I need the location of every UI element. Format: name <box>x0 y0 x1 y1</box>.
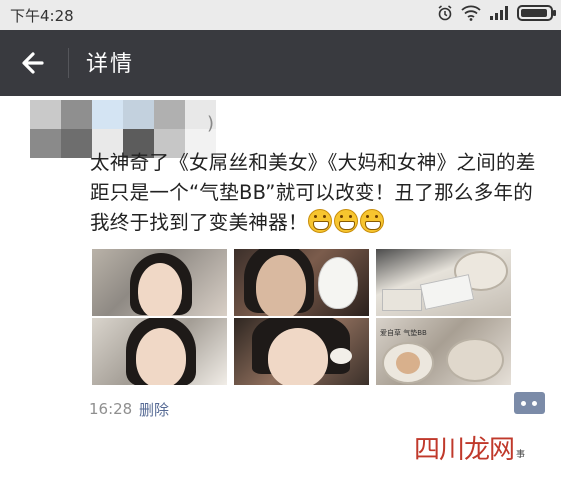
back-button[interactable] <box>14 45 54 81</box>
photo-face-2[interactable] <box>92 318 227 385</box>
status-icons <box>437 5 556 21</box>
grin-emoji <box>333 209 358 233</box>
grin-emoji <box>359 209 384 233</box>
photo-product-box[interactable] <box>376 249 511 316</box>
battery-fill <box>521 9 547 17</box>
photo-face-with-cushion[interactable] <box>234 249 369 316</box>
post-time: 16:28 <box>89 400 133 418</box>
mosaic-block <box>154 100 185 129</box>
alarm-icon <box>438 5 452 21</box>
photo-face-applying[interactable] <box>234 318 369 385</box>
grin-emoji <box>307 209 332 233</box>
photo-face-1[interactable] <box>92 249 227 316</box>
photo-grid: 爱自草 气垫BB <box>92 249 511 385</box>
watermark: 四川龙网 事 <box>414 428 544 466</box>
mosaic-block <box>30 129 61 158</box>
watermark-text: 四川龙网 <box>414 434 515 465</box>
delete-link[interactable]: 删除 <box>139 399 169 420</box>
mosaic-block <box>92 100 123 129</box>
mosaic-block <box>30 100 61 129</box>
name-paren: ) <box>207 113 215 134</box>
arrow-left-icon <box>22 52 44 74</box>
battery-icon <box>517 5 556 21</box>
signal-icon <box>490 6 508 20</box>
nav-divider <box>68 48 69 78</box>
status-time: 下午4:28 <box>10 7 74 25</box>
nav-bar: 详情 <box>0 30 561 96</box>
watermark-small: 事 <box>516 449 526 460</box>
photo-compact-open[interactable]: 爱自草 气垫BB <box>376 318 511 385</box>
post-text: 太神奇了《女屌丝和美女》《大妈和女神》之间的差距只是一个“气垫BB”就可以改变！… <box>90 148 550 238</box>
photo-caption: 爱自草 气垫BB <box>380 329 427 337</box>
comment-button[interactable] <box>514 392 545 414</box>
mosaic-block <box>61 129 92 158</box>
page-title: 详情 <box>86 52 135 77</box>
mosaic-block <box>61 100 92 129</box>
status-bar: 下午4:28 <box>0 0 561 30</box>
mosaic-block <box>123 100 154 129</box>
wifi-icon <box>461 5 481 21</box>
